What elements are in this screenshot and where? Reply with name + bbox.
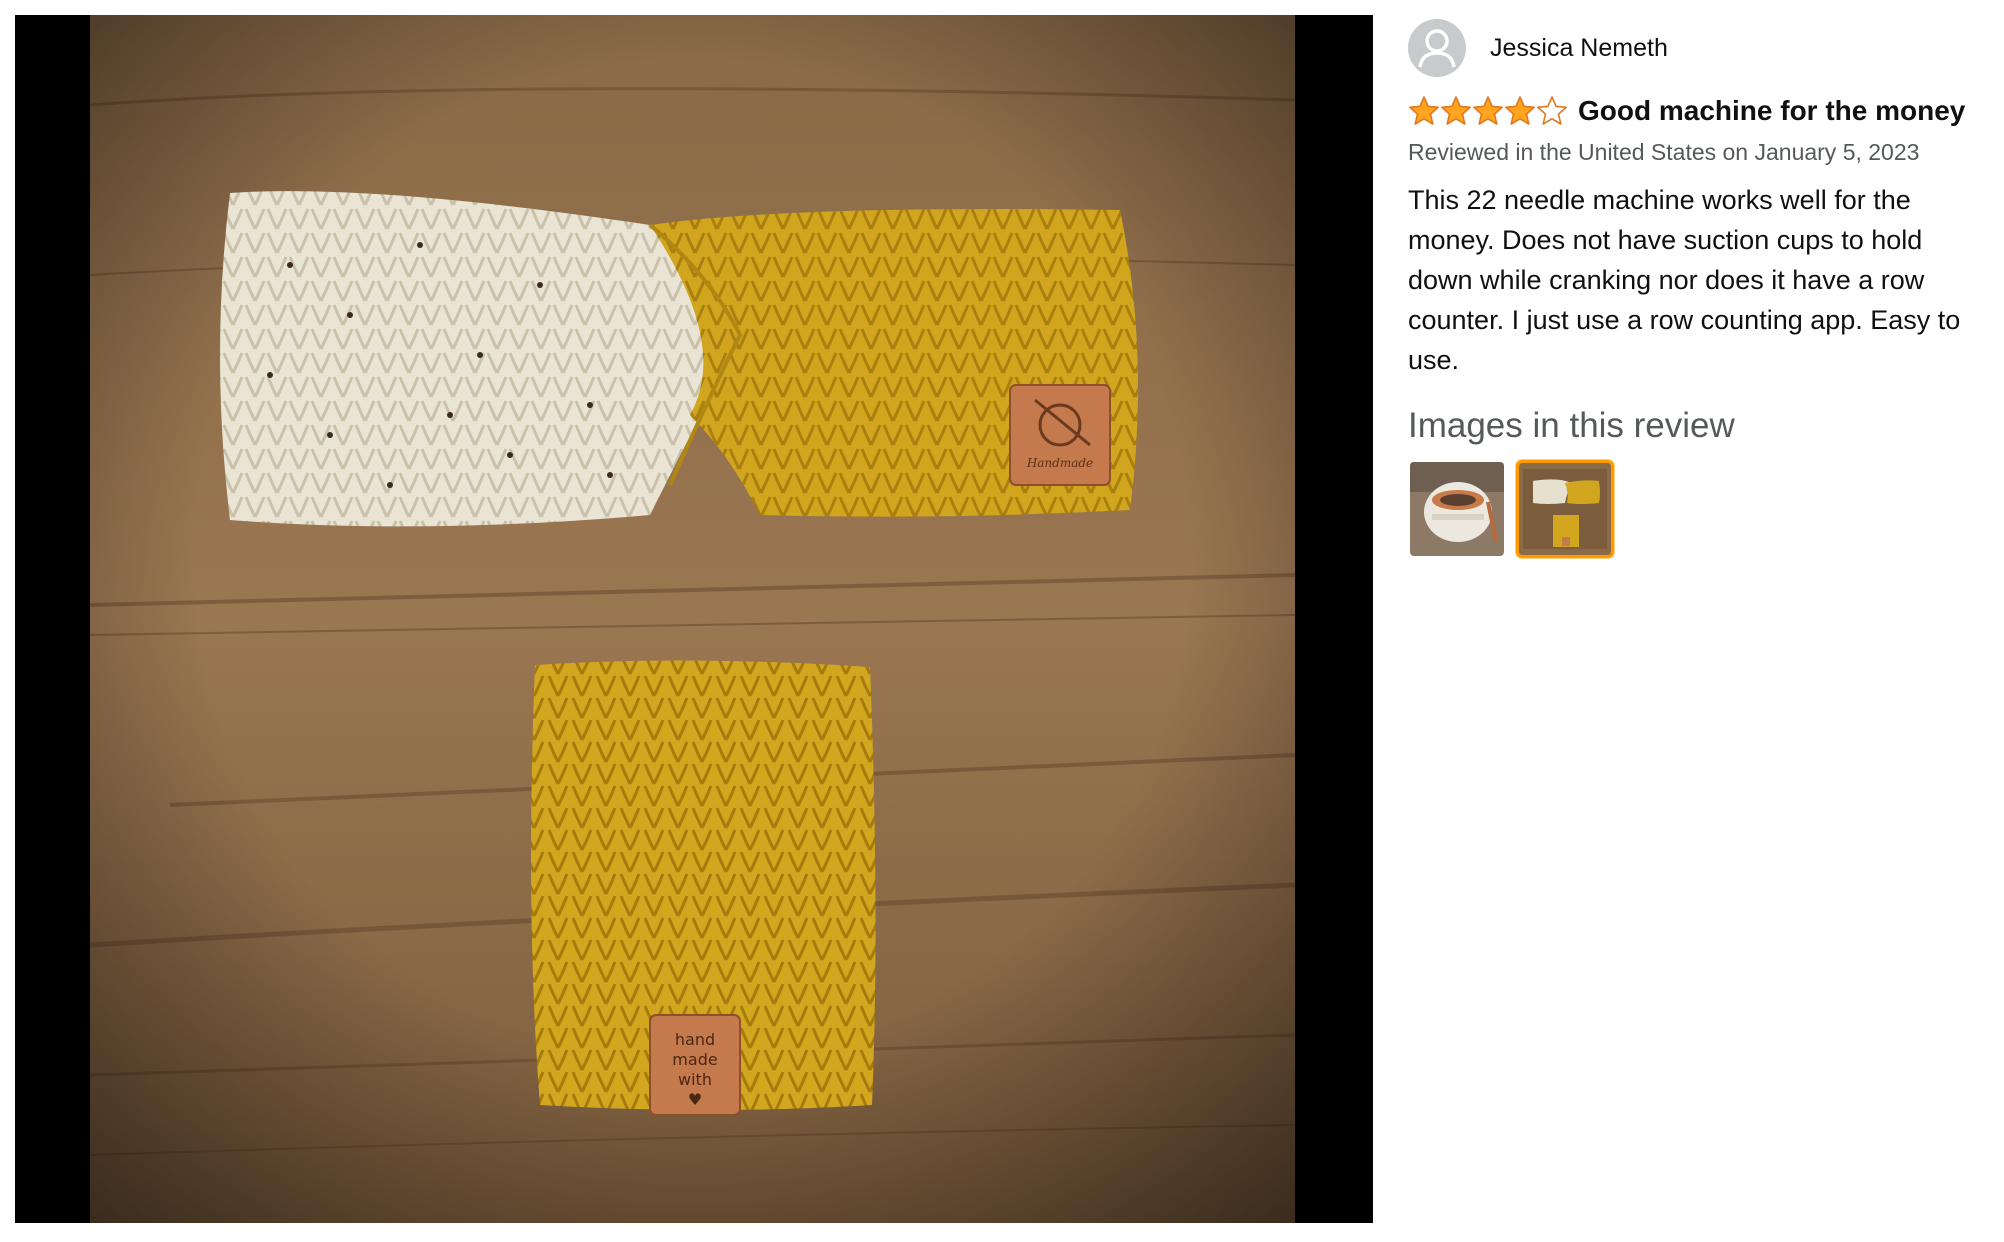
review-text: This 22 needle machine works well for th…	[1408, 185, 1961, 375]
bottom-tag-line-1: hand	[675, 1030, 715, 1049]
review-image-viewer[interactable]: Handmade hand made with ♥	[15, 15, 1373, 1223]
reviewer-profile[interactable]: Jessica Nemeth	[1408, 18, 1968, 78]
knitting-machine-thumbnail[interactable]	[1408, 460, 1506, 558]
review-image-thumbnails	[1408, 460, 1624, 558]
star-filled-icon	[1504, 96, 1536, 125]
star-filled-icon	[1472, 96, 1504, 125]
review-main-image: Handmade hand made with ♥	[90, 15, 1295, 1223]
default-user-avatar-icon[interactable]	[1408, 19, 1466, 77]
star-filled-icon	[1440, 96, 1472, 125]
images-section-heading: Images in this review	[1408, 406, 1735, 445]
knitted-headband-thumbnail[interactable]	[1516, 460, 1614, 558]
review-title[interactable]: Good machine for the money	[1578, 95, 1965, 127]
bottom-tag-line-3: with	[678, 1070, 712, 1089]
reviewer-name[interactable]: Jessica Nemeth	[1490, 34, 1668, 63]
headband-tag-text: Handmade	[1026, 456, 1093, 470]
rating-row: Good machine for the money	[1408, 93, 1998, 129]
star-empty-icon	[1536, 96, 1568, 125]
bottom-tag-line-4: ♥	[688, 1090, 702, 1109]
bottom-tag-line-2: made	[672, 1050, 717, 1069]
review-date: Reviewed in the United States on January…	[1408, 139, 1920, 165]
review-panel: Jessica Nemeth Good machine for the mone…	[1408, 0, 1998, 1242]
star-filled-icon	[1408, 96, 1440, 125]
star-rating[interactable]	[1408, 95, 1568, 127]
